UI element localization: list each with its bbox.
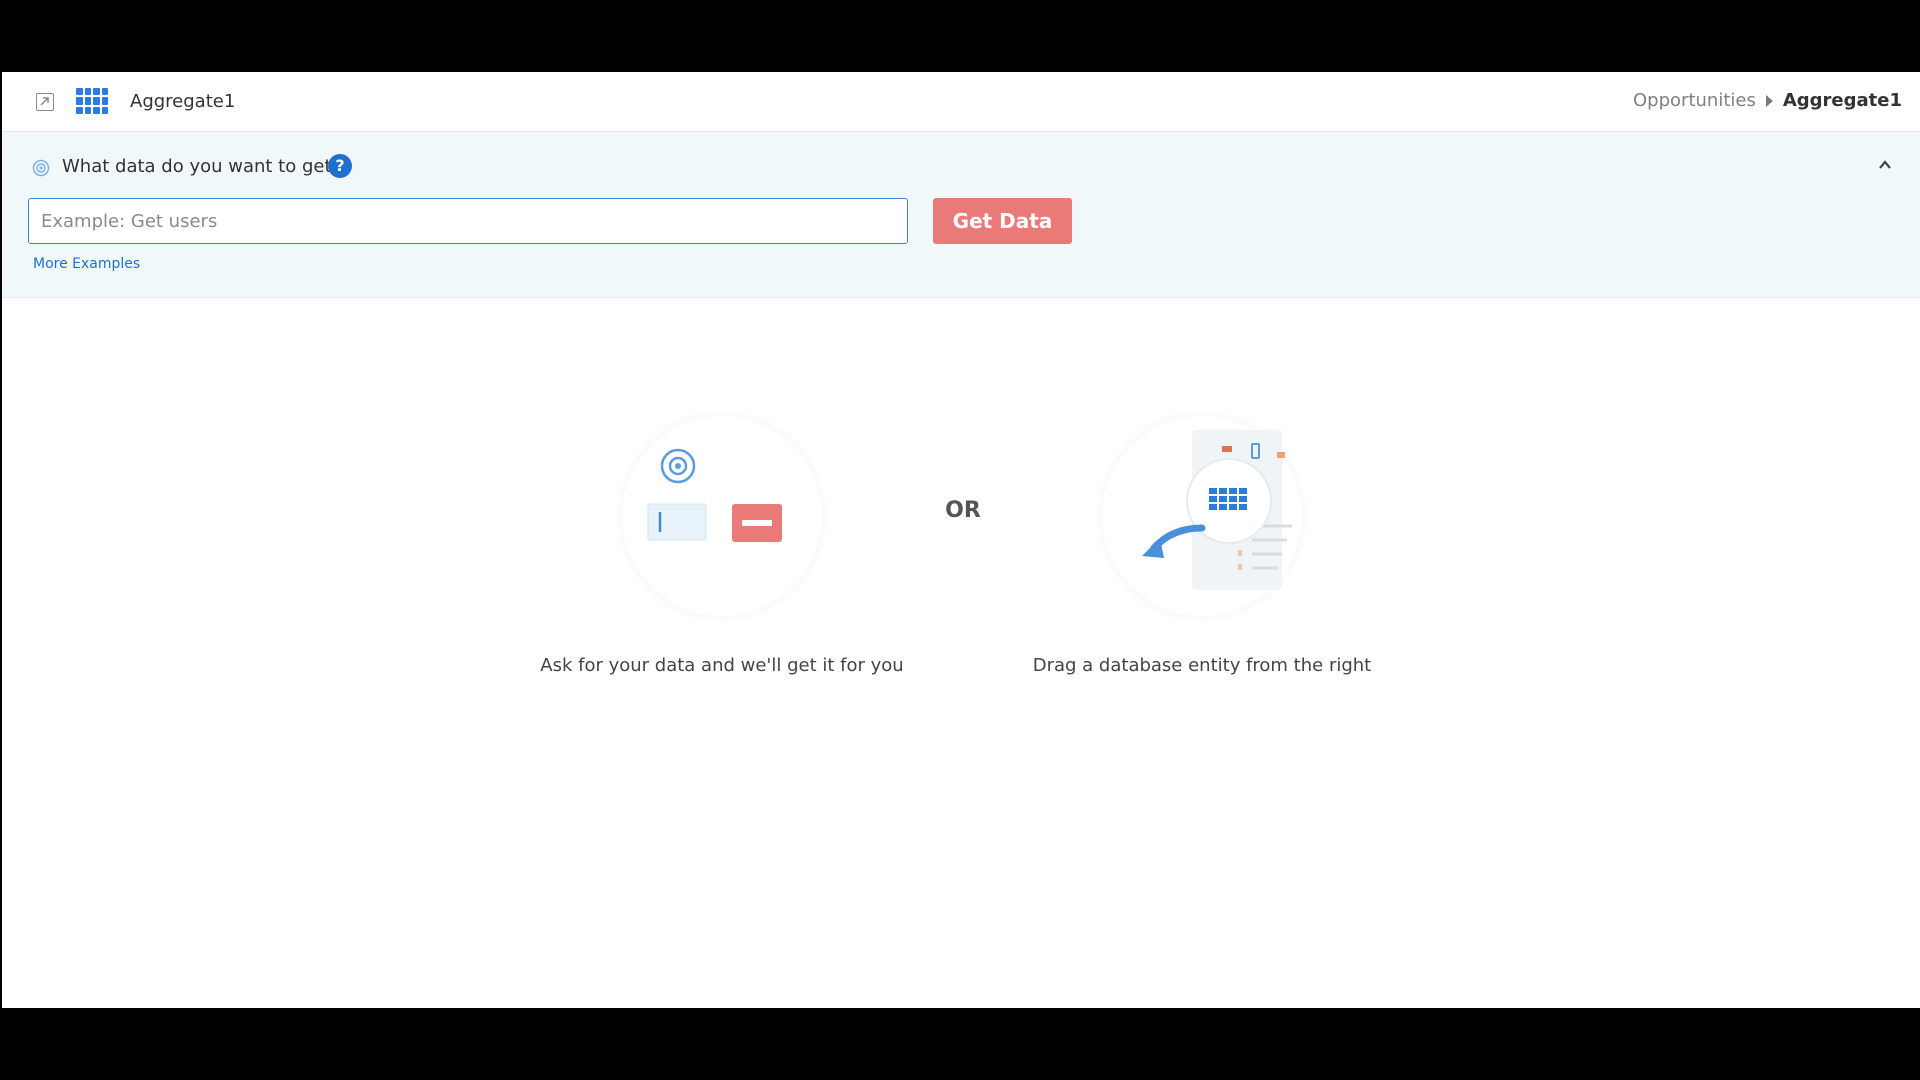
or-separator: OR bbox=[945, 498, 981, 523]
breadcrumb-parent[interactable]: Opportunities bbox=[1633, 89, 1756, 113]
app-frame: Aggregate1 Opportunities Aggregate1 What… bbox=[2, 72, 1920, 1008]
breadcrumb-current: Aggregate1 bbox=[1782, 90, 1902, 111]
help-icon[interactable]: ? bbox=[328, 154, 352, 178]
header-bar: Aggregate1 Opportunities Aggregate1 bbox=[2, 72, 1920, 132]
target-icon bbox=[32, 159, 50, 177]
drag-entity-caption: Drag a database entity from the right bbox=[1032, 655, 1372, 676]
ask-data-caption: Ask for your data and we'll get it for y… bbox=[540, 655, 904, 676]
drag-entity-illustration bbox=[1102, 416, 1302, 616]
open-external-icon[interactable] bbox=[36, 93, 54, 111]
query-input[interactable] bbox=[28, 198, 908, 244]
page-title: Aggregate1 bbox=[130, 91, 236, 112]
grid-table-icon bbox=[76, 88, 108, 114]
query-label: What data do you want to get? bbox=[62, 156, 342, 177]
chevron-up-icon[interactable] bbox=[1876, 156, 1894, 174]
get-data-button[interactable]: Get Data bbox=[933, 198, 1072, 244]
ask-data-illustration bbox=[622, 416, 822, 616]
breadcrumb-separator-icon bbox=[1765, 95, 1773, 107]
query-panel: What data do you want to get? ? Get Data… bbox=[2, 132, 1920, 298]
more-examples-link[interactable]: More Examples bbox=[33, 256, 140, 272]
breadcrumb: Opportunities Aggregate1 bbox=[1633, 89, 1902, 113]
